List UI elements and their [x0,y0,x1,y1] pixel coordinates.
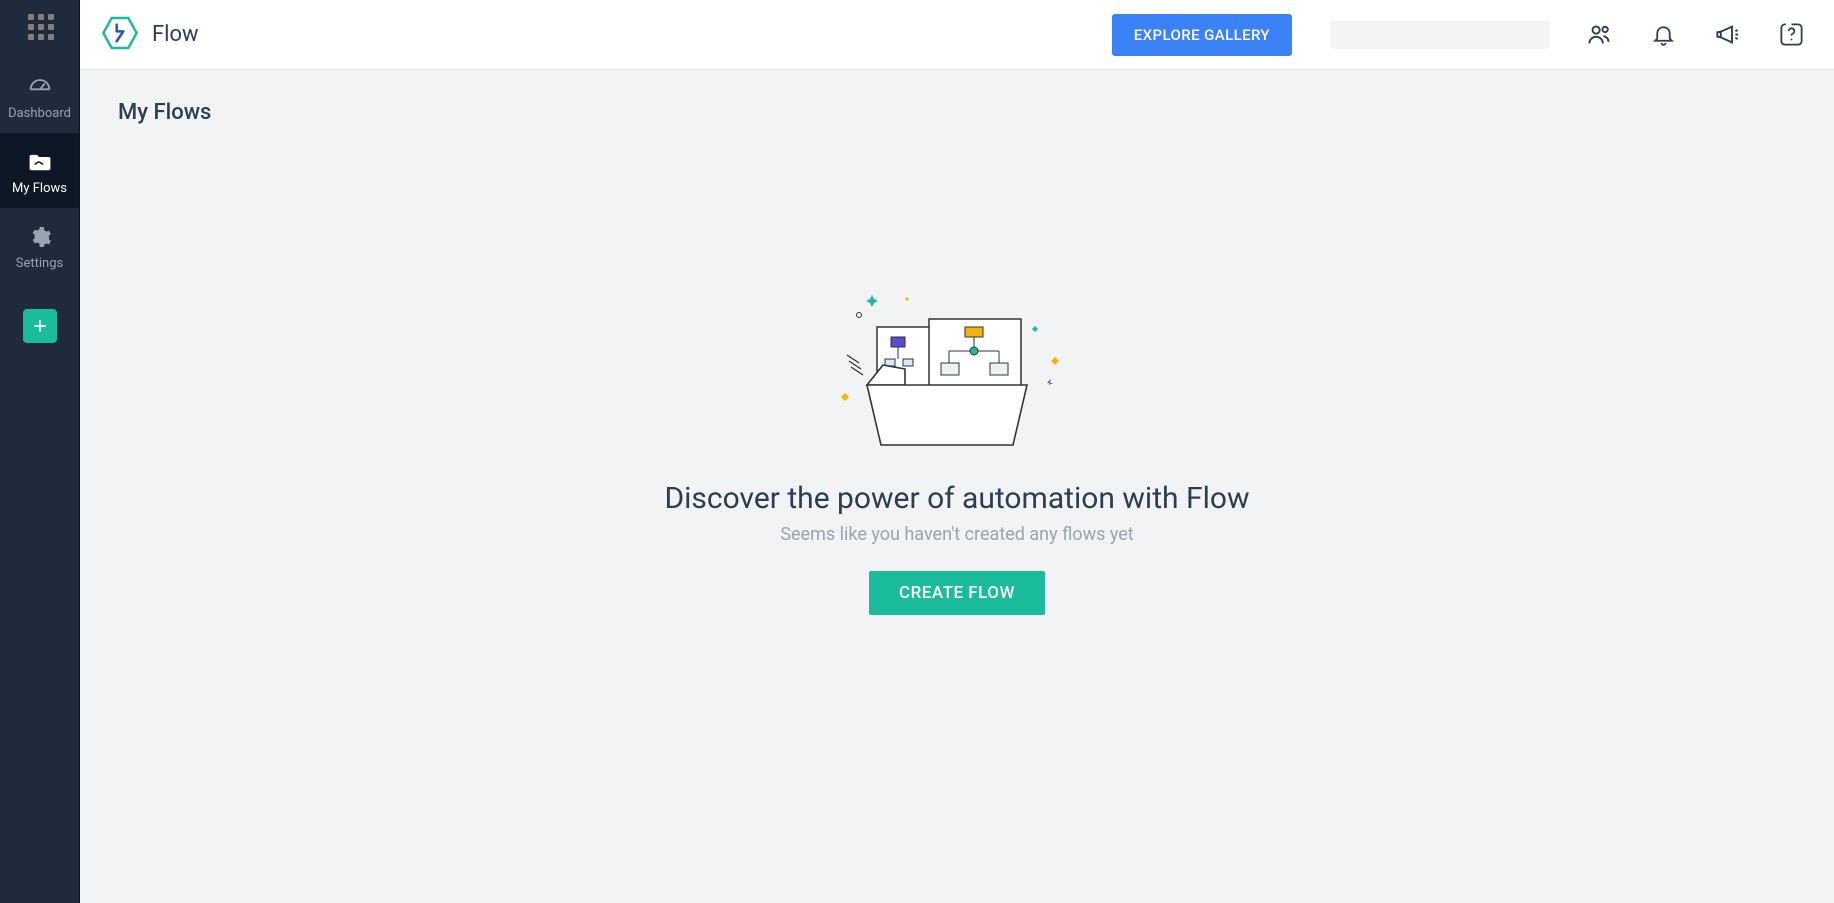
gear-icon [0,222,79,252]
app-title: Flow [152,22,199,47]
add-button[interactable] [23,309,57,343]
empty-state-subtext: Seems like you haven't created any flows… [780,524,1133,545]
main-column: Flow EXPLORE GALLERY [80,0,1834,903]
sidebar-item-label: Settings [0,256,79,271]
users-icon[interactable] [1584,20,1614,50]
explore-gallery-button[interactable]: EXPLORE GALLERY [1112,14,1292,56]
page-title: My Flows [118,100,1796,125]
logo-group: Flow [100,13,199,57]
user-info-placeholder[interactable] [1330,21,1550,49]
content-area: My Flows [80,70,1834,903]
sidebar-item-settings[interactable]: Settings [0,208,79,283]
sidebar-item-label: Dashboard [0,106,79,121]
empty-state: Discover the power of automation with Fl… [118,285,1796,615]
megaphone-icon[interactable] [1712,20,1742,50]
create-flow-button[interactable]: CREATE FLOW [869,571,1045,615]
help-icon[interactable] [1776,20,1806,50]
sidebar-item-myflows[interactable]: My Flows [0,133,79,208]
app-switcher-icon[interactable] [26,12,54,40]
sidebar: Dashboard My Flows Settings [0,0,80,903]
sidebar-item-dashboard[interactable]: Dashboard [0,58,79,133]
sidebar-item-label: My Flows [0,181,79,196]
folder-flow-icon [0,147,79,177]
topbar: Flow EXPLORE GALLERY [80,0,1834,70]
empty-state-heading: Discover the power of automation with Fl… [664,481,1249,516]
bell-icon[interactable] [1648,20,1678,50]
plus-icon [30,316,50,336]
empty-state-illustration [837,285,1077,459]
gauge-icon [0,72,79,102]
flow-hexagon-icon [100,13,140,57]
